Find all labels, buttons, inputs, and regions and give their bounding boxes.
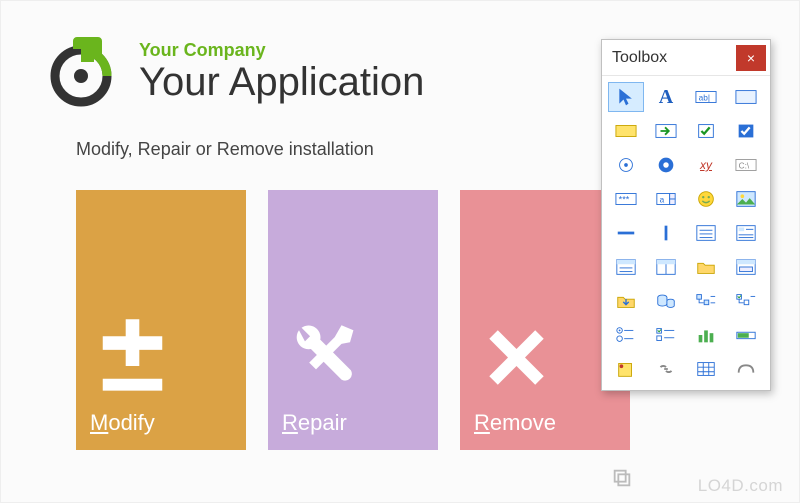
form-header-icon [615, 257, 637, 277]
path-tool[interactable]: C:\ [728, 150, 764, 180]
checkbox-filled-tool[interactable] [728, 116, 764, 146]
svg-text:***: *** [619, 195, 630, 205]
vline-icon [655, 223, 677, 243]
close-button[interactable]: × [736, 45, 766, 71]
progress-icon [735, 325, 757, 345]
updown-tool[interactable]: a [648, 184, 684, 214]
arrow-right-icon [655, 121, 677, 141]
pointer-tool[interactable] [608, 82, 644, 112]
tools-icon [282, 315, 367, 400]
grid-blue-icon [695, 359, 717, 379]
remove-label: Remove [474, 410, 630, 436]
updown-icon: a [655, 189, 677, 209]
list-detail-icon [735, 223, 757, 243]
radio-filled-tool[interactable] [648, 150, 684, 180]
tree-radio-tool[interactable] [608, 320, 644, 350]
tab-shape-icon [735, 359, 757, 379]
text-tool[interactable]: A [648, 82, 684, 112]
list-detail-tool[interactable] [728, 218, 764, 248]
toolbox-title: Toolbox [612, 49, 667, 67]
radio-checked-icon [655, 155, 677, 175]
hline-icon [615, 223, 637, 243]
chain-icon [655, 359, 677, 379]
hyperlink-tool[interactable]: xy [688, 150, 724, 180]
radio-unchecked-icon [615, 155, 637, 175]
smiley-tool[interactable] [688, 184, 724, 214]
svg-text:ab|: ab| [699, 94, 710, 103]
panel-tool[interactable] [728, 82, 764, 112]
button-tool[interactable] [608, 116, 644, 146]
text-a-icon: A [659, 86, 673, 109]
list-outline-icon [695, 223, 717, 243]
button-yellow-icon [615, 121, 637, 141]
checkbox-tool[interactable] [688, 116, 724, 146]
path-box-icon: C:\ [735, 155, 757, 175]
folder-tool[interactable] [688, 252, 724, 282]
app-logo [41, 31, 121, 111]
list-outline-tool[interactable] [688, 218, 724, 248]
form-split-icon [655, 257, 677, 277]
tree-radio-icon [615, 325, 637, 345]
form-header-tool[interactable] [608, 252, 644, 282]
plus-minus-icon [90, 315, 175, 400]
copy-stack-icon [611, 467, 633, 494]
checkbox-filled-icon [735, 121, 757, 141]
pointer-icon [615, 87, 637, 107]
grid-tool[interactable] [688, 354, 724, 384]
checked-list-tool[interactable] [648, 320, 684, 350]
note-pin-icon [615, 359, 637, 379]
form-field-icon [735, 257, 757, 277]
toolbox-titlebar[interactable]: Toolbox × [602, 40, 770, 76]
textbox-icon: ab| [695, 87, 717, 107]
textbox-tool[interactable]: ab| [688, 82, 724, 112]
form-field-tool[interactable] [728, 252, 764, 282]
smiley-icon [695, 189, 717, 209]
password-tool[interactable]: *** [608, 184, 644, 214]
chain-tool[interactable] [648, 354, 684, 384]
checkbox-icon [695, 121, 717, 141]
toolbox-window[interactable]: Toolbox × A ab| [601, 39, 771, 391]
password-icon: *** [615, 189, 637, 209]
folder-icon [695, 257, 717, 277]
tree-tool[interactable] [688, 286, 724, 316]
vline-tool[interactable] [648, 218, 684, 248]
svg-text:a: a [660, 196, 665, 205]
bars-icon [695, 325, 717, 345]
svg-text:C:\: C:\ [739, 162, 750, 171]
tree-check-tool[interactable] [728, 286, 764, 316]
checked-list-icon [655, 325, 677, 345]
progress-tool[interactable] [728, 320, 764, 350]
form-split-tool[interactable] [648, 252, 684, 282]
database-icon [655, 291, 677, 311]
radio-tool[interactable] [608, 150, 644, 180]
bars-tool[interactable] [688, 320, 724, 350]
picture-icon [735, 189, 757, 209]
tree-icon [695, 291, 717, 311]
hline-tool[interactable] [608, 218, 644, 248]
tab-shape-tool[interactable] [728, 354, 764, 384]
tree-check-icon [735, 291, 757, 311]
database-group-tool[interactable] [648, 286, 684, 316]
toolbox-grid: A ab| xy C:\ * [602, 76, 770, 390]
company-name: Your Company [139, 40, 424, 61]
picture-tool[interactable] [728, 184, 764, 214]
modify-label: Modify [90, 410, 246, 436]
modify-tile[interactable]: Modify [76, 190, 246, 450]
x-icon [474, 315, 559, 400]
folder-down-tool[interactable] [608, 286, 644, 316]
hyperlink-icon: xy [700, 158, 712, 172]
note-pin-tool[interactable] [608, 354, 644, 384]
arrow-button-tool[interactable] [648, 116, 684, 146]
folder-down-icon [615, 291, 637, 311]
watermark: LO4D.com [698, 476, 783, 496]
panel-icon [735, 87, 757, 107]
repair-label: Repair [282, 410, 438, 436]
title-block: Your Company Your Application [139, 40, 424, 103]
repair-tile[interactable]: Repair [268, 190, 438, 450]
app-name: Your Application [139, 61, 424, 103]
